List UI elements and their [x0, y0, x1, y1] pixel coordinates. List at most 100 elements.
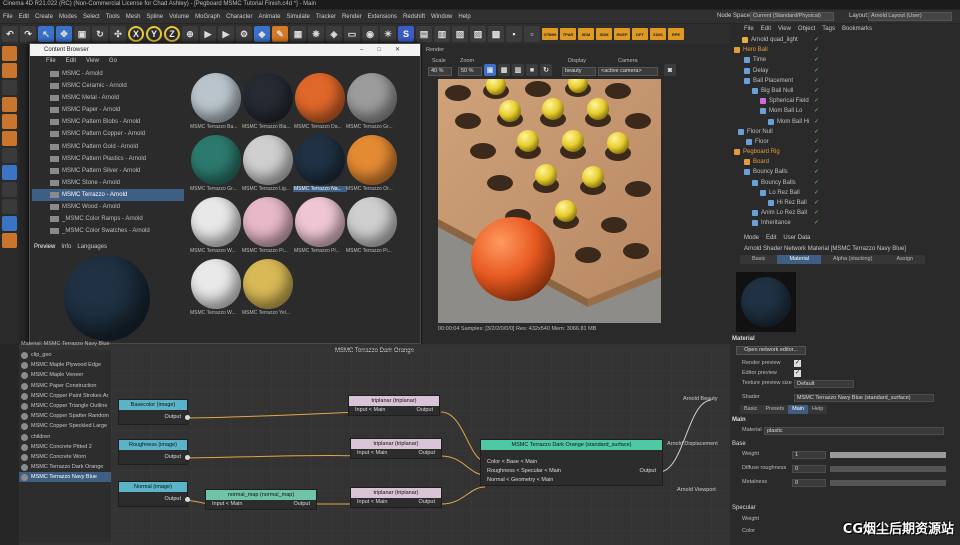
object-row[interactable]: Big Ball Null ✓: [730, 86, 960, 96]
visibility-check-icon[interactable]: ✓: [814, 127, 819, 137]
object-row[interactable]: Bouncy Balls ✓: [730, 167, 960, 177]
x-axis-toggle[interactable]: X: [128, 26, 144, 42]
material-thumbnail[interactable]: MSMC Terrazzo Na...: [293, 134, 347, 196]
zoom-select[interactable]: 50 %: [458, 67, 482, 76]
render-compare-icon[interactable]: ▥: [512, 64, 524, 76]
output-arnold-displacement[interactable]: Arnold Displacement: [667, 441, 718, 447]
am-menu-mode[interactable]: Mode: [744, 232, 759, 244]
deformer-icon[interactable]: ◈: [326, 26, 342, 42]
object-row[interactable]: Time ✓: [730, 55, 960, 65]
visibility-check-icon[interactable]: ✓: [814, 96, 819, 106]
am-tab-alpha[interactable]: Alpha (stacking): [821, 255, 885, 264]
node-triplanar-2[interactable]: triplanar (triplanar) Input < Main Output: [350, 438, 442, 459]
menu-mesh[interactable]: Mesh: [123, 14, 144, 20]
arnold-ipr-icon[interactable]: ▥: [434, 26, 450, 42]
node-roughness[interactable]: Roughness (image) Output: [118, 439, 190, 465]
visibility-check-icon[interactable]: ✓: [814, 35, 819, 45]
object-row[interactable]: Bouncy Balls ✓: [730, 178, 960, 188]
tab-info[interactable]: Info: [61, 242, 71, 252]
scale-select[interactable]: 40 %: [428, 67, 452, 76]
visibility-check-icon[interactable]: ✓: [814, 106, 819, 116]
visibility-check-icon[interactable]: ✓: [814, 55, 819, 65]
object-row[interactable]: Board ✓: [730, 157, 960, 167]
arnold-render-icon[interactable]: ▤: [416, 26, 432, 42]
tree-item[interactable]: _MSMC Color Ramps - Arnold: [32, 213, 184, 225]
rs-button-6[interactable]: DPT: [632, 28, 648, 40]
tree-item[interactable]: MSMC Stone - Arnold: [32, 177, 184, 189]
move-tool-icon[interactable]: ✥: [56, 26, 72, 42]
metalness-field[interactable]: 0: [792, 479, 826, 487]
rs-button-3[interactable]: 5DM: [578, 28, 594, 40]
menu-select[interactable]: Select: [80, 14, 103, 20]
material-thumbnail[interactable]: MSMC Terrazzo Gr...: [189, 134, 243, 196]
visibility-check-icon[interactable]: ✓: [814, 45, 819, 55]
select-tool-icon[interactable]: ↖: [38, 26, 54, 42]
menu-window[interactable]: Window: [428, 14, 455, 20]
cb-menu-go[interactable]: Go: [109, 56, 117, 66]
object-row[interactable]: Spherical Field ✓: [730, 96, 960, 106]
output-port[interactable]: [185, 415, 190, 420]
content-browser-titlebar[interactable]: Content Browser –□✕: [30, 44, 420, 56]
material-thumbnail[interactable]: MSMC Terrazzo Gr...: [345, 72, 399, 134]
menu-extensions[interactable]: Extensions: [365, 14, 400, 20]
node-basecolor[interactable]: Basecolor (image) Output: [118, 399, 190, 425]
object-row[interactable]: Anim Lo Rez Ball ✓: [730, 208, 960, 218]
tab-languages[interactable]: Languages: [77, 242, 107, 252]
render-picture-viewer-icon[interactable]: ▶: [218, 26, 234, 42]
subtab-help[interactable]: Help: [808, 405, 828, 414]
tree-item[interactable]: MSMC Pattern Gold - Arnold: [32, 141, 184, 153]
visibility-check-icon[interactable]: ✓: [814, 147, 819, 157]
subtab-basic[interactable]: Basic: [740, 405, 762, 414]
visibility-check-icon[interactable]: ✓: [814, 208, 819, 218]
model-mode-icon[interactable]: [2, 63, 17, 78]
node-triplanar-3[interactable]: triplanar (triplanar) Input < Main Output: [350, 487, 442, 508]
diffuse-roughness-slider[interactable]: [830, 466, 946, 472]
arnold-tools-icon[interactable]: ▩: [488, 26, 504, 42]
scale-tool-icon[interactable]: ▣: [74, 26, 90, 42]
visibility-check-icon[interactable]: ✓: [814, 167, 819, 177]
node-normal-map[interactable]: normal_map (normal_map) Input < Main Outp…: [205, 489, 317, 510]
rs-button-2[interactable]: TPAR: [560, 28, 576, 40]
undo-icon[interactable]: ↶: [2, 26, 18, 42]
output-port[interactable]: [185, 455, 190, 460]
menu-file[interactable]: File: [0, 14, 16, 20]
tree-item[interactable]: MSMC Pattern Copper - Arnold: [32, 128, 184, 140]
object-row[interactable]: Floor ✓: [730, 137, 960, 147]
menu-create[interactable]: Create: [32, 14, 56, 20]
arnold-sky-icon[interactable]: ▨: [470, 26, 486, 42]
material-thumbnail[interactable]: MSMC Terrazzo Pl...: [293, 196, 347, 258]
tree-item[interactable]: MSMC - Arnold: [32, 68, 184, 80]
menu-edit[interactable]: Edit: [16, 14, 32, 20]
menu-character[interactable]: Character: [223, 14, 255, 20]
tree-item[interactable]: MSMC Metal - Arnold: [32, 92, 184, 104]
menu-animate[interactable]: Animate: [255, 14, 283, 20]
metalness-slider[interactable]: [830, 480, 946, 486]
cb-menu-file[interactable]: File: [46, 56, 56, 66]
edges-mode-icon[interactable]: [2, 114, 17, 129]
material-thumbnail[interactable]: MSMC Terrazzo Lig...: [241, 134, 295, 196]
render-settings-icon[interactable]: ⚙: [236, 26, 252, 42]
visibility-check-icon[interactable]: ✓: [814, 198, 819, 208]
am-tab-assign[interactable]: Assign: [884, 255, 925, 264]
arnold-scene-icon[interactable]: ▫: [524, 26, 540, 42]
cube-icon[interactable]: ◆: [254, 26, 270, 42]
material-thumbnail[interactable]: MSMC Terrazzo W...: [189, 196, 243, 258]
open-network-editor-button[interactable]: Open network editor...: [736, 346, 806, 355]
object-row[interactable]: Pegboard Rig ✓: [730, 147, 960, 157]
visibility-check-icon[interactable]: ✓: [814, 66, 819, 76]
subtab-presets[interactable]: Presets: [761, 405, 789, 414]
output-arnold-viewport[interactable]: Arnold Viewport: [677, 487, 716, 493]
om-menu-object[interactable]: Object: [798, 24, 815, 35]
rs-button-5[interactable]: RKEP: [614, 28, 630, 40]
render-view-icon[interactable]: ▶: [200, 26, 216, 42]
menu-volume[interactable]: Volume: [166, 14, 192, 20]
tree-item[interactable]: MSMC Terrazzo - Arnold: [32, 188, 184, 202]
uv-mode-icon[interactable]: [2, 148, 17, 163]
make-editable-icon[interactable]: [2, 46, 17, 61]
editor-preview-checkbox[interactable]: ✓: [794, 370, 801, 377]
object-row[interactable]: Floor Null ✓: [730, 127, 960, 137]
subdivision-icon[interactable]: ▦: [290, 26, 306, 42]
visibility-check-icon[interactable]: ✓: [814, 218, 819, 228]
visibility-check-icon[interactable]: ✓: [814, 178, 819, 188]
arnold-light-icon[interactable]: ▧: [452, 26, 468, 42]
